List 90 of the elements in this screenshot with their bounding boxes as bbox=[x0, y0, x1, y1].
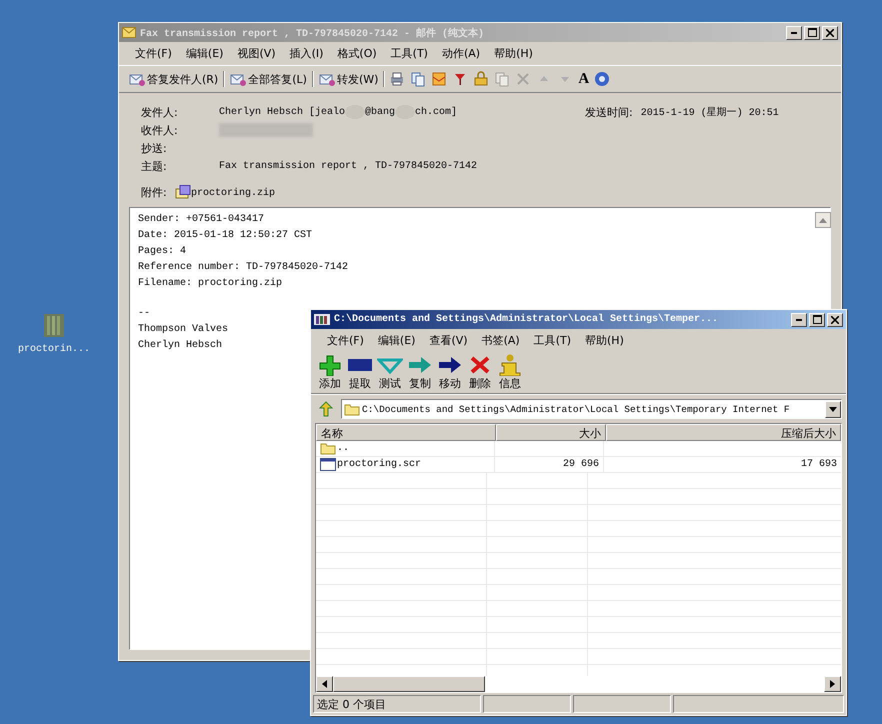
books-icon bbox=[314, 314, 330, 325]
sender-domain: @bang bbox=[365, 106, 396, 118]
desktop-icon-label[interactable]: proctorin... bbox=[18, 344, 90, 355]
menu-item[interactable]: 书签(A) bbox=[478, 332, 524, 349]
subject-text: Fax transmission report , TD-797845020-7142 bbox=[219, 160, 478, 172]
archive-file-icon bbox=[175, 185, 191, 199]
minimize-button[interactable] bbox=[791, 312, 807, 326]
toolbar-button[interactable]: 删除 bbox=[465, 354, 495, 391]
toolbar-button[interactable]: 全部答复(L) bbox=[228, 70, 309, 88]
toolbar-button[interactable]: 提取 bbox=[345, 354, 375, 391]
folder-icon bbox=[344, 402, 360, 416]
toolbar-button[interactable]: 添加 bbox=[315, 354, 345, 391]
toolbar-button[interactable]: 答复发件人(R) bbox=[127, 70, 220, 88]
field-label: 收件人: bbox=[141, 122, 179, 138]
sender-name: Cherlyn Hebsch [jealo bbox=[219, 106, 346, 118]
envelope-icon bbox=[318, 72, 335, 86]
toolbar-button[interactable]: 转发(W) bbox=[316, 70, 380, 88]
file-name[interactable]: .. bbox=[316, 441, 495, 456]
window-title: C:\Documents and Settings\Administrator\Local Settings\Temper... bbox=[334, 314, 720, 325]
body-line: Filename: proctoring.zip bbox=[138, 276, 282, 291]
help-icon[interactable] bbox=[593, 70, 612, 88]
window-file-icon bbox=[320, 458, 336, 471]
attachment-link[interactable]: proctoring.zip bbox=[175, 185, 276, 199]
sent-time: 2015-1-19 (星期一) 20:51 bbox=[640, 106, 779, 119]
plus-icon bbox=[317, 354, 343, 376]
menu-item[interactable]: 编辑(E) bbox=[182, 45, 228, 62]
scroll-up-button[interactable] bbox=[815, 212, 831, 228]
body-line: Date: 2015-01-18 12:50:27 CST bbox=[138, 229, 312, 243]
column-header[interactable]: 名称 bbox=[316, 424, 496, 441]
sender-domain-end: ch.com] bbox=[415, 106, 458, 118]
scroll-thumb[interactable] bbox=[333, 676, 485, 692]
scroll-right-button[interactable] bbox=[824, 676, 841, 692]
caret-icon bbox=[829, 406, 837, 412]
maximize-icon bbox=[812, 315, 822, 324]
menu-item[interactable]: 帮助(H) bbox=[581, 332, 628, 349]
field-label: 发件人: bbox=[141, 104, 179, 120]
menu-item[interactable]: 工具(T) bbox=[386, 45, 432, 62]
body-line: Pages: 4 bbox=[138, 245, 186, 259]
dropdown-button[interactable] bbox=[825, 400, 841, 418]
body-line: Thompson Valves bbox=[138, 322, 228, 337]
toolbar-button[interactable]: 测试 bbox=[375, 354, 405, 391]
toolbar-button[interactable]: 移动 bbox=[435, 354, 465, 391]
minimize-icon bbox=[796, 318, 802, 320]
column-header[interactable]: 大小 bbox=[496, 424, 606, 441]
body-line: Reference number: TD-797845020-7142 bbox=[138, 260, 348, 275]
menu-item[interactable]: 格式(O) bbox=[333, 45, 381, 62]
body-line: Sender: +07561-043417 bbox=[138, 212, 264, 227]
menu-item[interactable]: 动作(A) bbox=[438, 45, 484, 62]
minimize-icon bbox=[791, 32, 797, 34]
body-line: -- bbox=[138, 307, 150, 321]
column-header[interactable]: 压缩后大小 bbox=[606, 424, 841, 441]
envelope-icon bbox=[122, 27, 136, 38]
body-line: Cherlyn Hebsch bbox=[138, 338, 222, 353]
field-label: 发送时间: bbox=[585, 104, 633, 120]
close-button[interactable] bbox=[827, 312, 843, 326]
status-text: 选定 0 个项目 bbox=[313, 695, 481, 713]
packed-size-cell-text: 17 693 bbox=[800, 458, 838, 472]
menu-item[interactable]: 编辑(E) bbox=[374, 332, 420, 349]
toolbar-button[interactable]: 复制 bbox=[405, 354, 435, 391]
envelope-icon[interactable] bbox=[430, 70, 448, 88]
field-label: 主题: bbox=[141, 158, 168, 174]
menu-item[interactable]: 视图(V) bbox=[233, 45, 280, 62]
arrow-icon bbox=[437, 354, 463, 376]
copy-icon[interactable] bbox=[409, 70, 428, 88]
menu-item[interactable]: 帮助(H) bbox=[490, 45, 537, 62]
window-title: Fax transmission report , TD-797845020-7142 - 邮件 (纯文本) bbox=[140, 26, 486, 40]
caret-icon bbox=[322, 680, 327, 688]
scroll-left-button[interactable] bbox=[316, 676, 333, 692]
field-label: 抄送: bbox=[141, 140, 168, 156]
maximize-button[interactable] bbox=[809, 312, 825, 326]
size-cell: 29 696 bbox=[495, 457, 604, 472]
menu-item[interactable]: 工具(T) bbox=[530, 332, 575, 349]
menu-item[interactable]: 查看(V) bbox=[425, 332, 472, 349]
caret-icon bbox=[830, 680, 835, 688]
close-icon bbox=[831, 316, 839, 324]
menu-item[interactable]: 插入(I) bbox=[286, 45, 328, 62]
caret-icon bbox=[819, 218, 827, 222]
menu-item[interactable]: 文件(F) bbox=[323, 332, 368, 349]
toolbar-button[interactable]: 信息 bbox=[495, 354, 525, 391]
maximize-icon bbox=[808, 28, 816, 37]
arrow-icon bbox=[407, 354, 433, 376]
file-name[interactable]: proctoring.scr bbox=[316, 457, 495, 472]
close-icon bbox=[826, 28, 834, 36]
field-label: 附件: bbox=[141, 184, 168, 200]
menu-item[interactable]: 文件(F) bbox=[131, 45, 176, 62]
font-button[interactable]: A bbox=[577, 70, 590, 88]
envelope-icon bbox=[129, 72, 145, 86]
info-icon bbox=[497, 354, 523, 376]
envelope-icon bbox=[230, 72, 246, 86]
path-field[interactable]: C:\Documents and Settings\Administrator\Local Settings\Temporary Internet F bbox=[341, 399, 842, 419]
